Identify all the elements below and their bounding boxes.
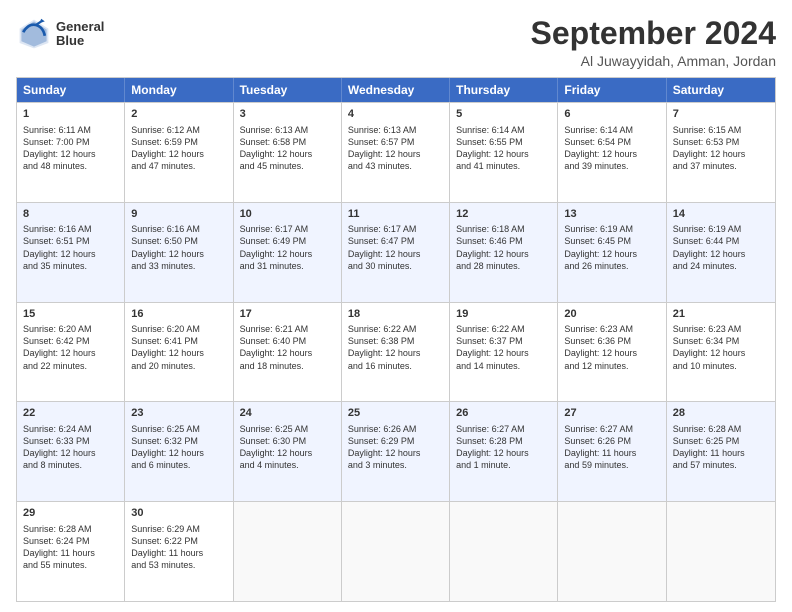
day-8: 8 Sunrise: 6:16 AM Sunset: 6:51 PM Dayli… xyxy=(17,203,125,302)
day-29: 29 Sunrise: 6:28 AM Sunset: 6:24 PM Dayl… xyxy=(17,502,125,601)
calendar-body: 1 Sunrise: 6:11 AM Sunset: 7:00 PM Dayli… xyxy=(17,102,775,601)
header-friday: Friday xyxy=(558,78,666,102)
day-14: 14 Sunrise: 6:19 AM Sunset: 6:44 PM Dayl… xyxy=(667,203,775,302)
logo: General Blue xyxy=(16,16,104,52)
day-11: 11 Sunrise: 6:17 AM Sunset: 6:47 PM Dayl… xyxy=(342,203,450,302)
header-monday: Monday xyxy=(125,78,233,102)
header-tuesday: Tuesday xyxy=(234,78,342,102)
day-24: 24 Sunrise: 6:25 AM Sunset: 6:30 PM Dayl… xyxy=(234,402,342,501)
logo-line2: Blue xyxy=(56,34,104,48)
day-21: 21 Sunrise: 6:23 AM Sunset: 6:34 PM Dayl… xyxy=(667,303,775,402)
day-28: 28 Sunrise: 6:28 AM Sunset: 6:25 PM Dayl… xyxy=(667,402,775,501)
day-17: 17 Sunrise: 6:21 AM Sunset: 6:40 PM Dayl… xyxy=(234,303,342,402)
day-5: 5 Sunrise: 6:14 AM Sunset: 6:55 PM Dayli… xyxy=(450,103,558,202)
day-18: 18 Sunrise: 6:22 AM Sunset: 6:38 PM Dayl… xyxy=(342,303,450,402)
header-sunday: Sunday xyxy=(17,78,125,102)
week-row-3: 15 Sunrise: 6:20 AM Sunset: 6:42 PM Dayl… xyxy=(17,302,775,402)
subtitle: Al Juwayyidah, Amman, Jordan xyxy=(531,53,776,69)
week-row-2: 8 Sunrise: 6:16 AM Sunset: 6:51 PM Dayli… xyxy=(17,202,775,302)
day-15: 15 Sunrise: 6:20 AM Sunset: 6:42 PM Dayl… xyxy=(17,303,125,402)
day-19: 19 Sunrise: 6:22 AM Sunset: 6:37 PM Dayl… xyxy=(450,303,558,402)
day-empty-2 xyxy=(342,502,450,601)
day-6: 6 Sunrise: 6:14 AM Sunset: 6:54 PM Dayli… xyxy=(558,103,666,202)
day-1: 1 Sunrise: 6:11 AM Sunset: 7:00 PM Dayli… xyxy=(17,103,125,202)
logo-line1: General xyxy=(56,20,104,34)
header: General Blue September 2024 Al Juwayyida… xyxy=(16,16,776,69)
header-thursday: Thursday xyxy=(450,78,558,102)
day-13: 13 Sunrise: 6:19 AM Sunset: 6:45 PM Dayl… xyxy=(558,203,666,302)
day-3: 3 Sunrise: 6:13 AM Sunset: 6:58 PM Dayli… xyxy=(234,103,342,202)
calendar: Sunday Monday Tuesday Wednesday Thursday… xyxy=(16,77,776,602)
day-30: 30 Sunrise: 6:29 AM Sunset: 6:22 PM Dayl… xyxy=(125,502,233,601)
week-row-5: 29 Sunrise: 6:28 AM Sunset: 6:24 PM Dayl… xyxy=(17,501,775,601)
day-2: 2 Sunrise: 6:12 AM Sunset: 6:59 PM Dayli… xyxy=(125,103,233,202)
day-23: 23 Sunrise: 6:25 AM Sunset: 6:32 PM Dayl… xyxy=(125,402,233,501)
calendar-header: Sunday Monday Tuesday Wednesday Thursday… xyxy=(17,78,775,102)
day-empty-5 xyxy=(667,502,775,601)
day-7: 7 Sunrise: 6:15 AM Sunset: 6:53 PM Dayli… xyxy=(667,103,775,202)
day-9: 9 Sunrise: 6:16 AM Sunset: 6:50 PM Dayli… xyxy=(125,203,233,302)
day-empty-3 xyxy=(450,502,558,601)
day-empty-1 xyxy=(234,502,342,601)
logo-icon xyxy=(16,16,52,52)
title-block: September 2024 Al Juwayyidah, Amman, Jor… xyxy=(531,16,776,69)
week-row-1: 1 Sunrise: 6:11 AM Sunset: 7:00 PM Dayli… xyxy=(17,102,775,202)
day-22: 22 Sunrise: 6:24 AM Sunset: 6:33 PM Dayl… xyxy=(17,402,125,501)
day-27: 27 Sunrise: 6:27 AM Sunset: 6:26 PM Dayl… xyxy=(558,402,666,501)
week-row-4: 22 Sunrise: 6:24 AM Sunset: 6:33 PM Dayl… xyxy=(17,401,775,501)
day-empty-4 xyxy=(558,502,666,601)
main-title: September 2024 xyxy=(531,16,776,51)
day-16: 16 Sunrise: 6:20 AM Sunset: 6:41 PM Dayl… xyxy=(125,303,233,402)
day-12: 12 Sunrise: 6:18 AM Sunset: 6:46 PM Dayl… xyxy=(450,203,558,302)
header-wednesday: Wednesday xyxy=(342,78,450,102)
day-26: 26 Sunrise: 6:27 AM Sunset: 6:28 PM Dayl… xyxy=(450,402,558,501)
day-25: 25 Sunrise: 6:26 AM Sunset: 6:29 PM Dayl… xyxy=(342,402,450,501)
day-20: 20 Sunrise: 6:23 AM Sunset: 6:36 PM Dayl… xyxy=(558,303,666,402)
day-10: 10 Sunrise: 6:17 AM Sunset: 6:49 PM Dayl… xyxy=(234,203,342,302)
page: General Blue September 2024 Al Juwayyida… xyxy=(0,0,792,612)
header-saturday: Saturday xyxy=(667,78,775,102)
day-4: 4 Sunrise: 6:13 AM Sunset: 6:57 PM Dayli… xyxy=(342,103,450,202)
